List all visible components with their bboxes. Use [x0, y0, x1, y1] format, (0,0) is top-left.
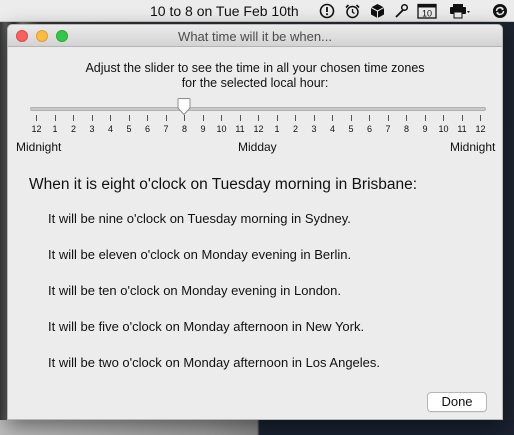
headline: When it is eight o'clock on Tuesday morn… [29, 176, 418, 193]
slider-tick [184, 115, 185, 121]
slider-tick [295, 115, 296, 121]
list-item: It will be nine o'clock on Tuesday morni… [48, 211, 351, 226]
list-item: It will be two o'clock on Monday afterno… [48, 355, 381, 370]
hour-slider-track[interactable] [30, 107, 486, 111]
wrench-icon[interactable] [393, 3, 409, 19]
list-item: It will be ten o'clock on Monday evening… [48, 283, 342, 298]
slider-tick-label: 8 [181, 124, 187, 134]
slider-tick [387, 115, 389, 121]
slider-tick-label: 4 [107, 124, 113, 134]
instructions: Adjust the slider to see the time in all… [8, 61, 502, 91]
instructions-line-2: for the selected local hour: [181, 76, 329, 90]
slider-tick-label: 1 [52, 124, 58, 134]
window-title: What time will it be when... [178, 29, 332, 44]
instructions-line-1: Adjust the slider to see the time in all… [85, 61, 425, 75]
midnight-end-label: Midnight [450, 140, 496, 154]
slider-tick [91, 115, 93, 121]
title-bar[interactable]: What time will it be when... [8, 25, 502, 47]
midday-label: Midday [238, 140, 277, 154]
calendar-icon[interactable]: 10 [417, 3, 437, 19]
midnight-start-label: Midnight [16, 140, 62, 154]
dialog-window: What time will it be when... Adjust the … [7, 24, 503, 420]
svg-text:10: 10 [422, 8, 432, 18]
slider-tick-label: 11 [235, 124, 245, 134]
slider-tick-label: 7 [385, 124, 391, 134]
slider-tick [202, 115, 204, 121]
slider-tick [313, 115, 315, 121]
slider-tick-label: 1 [274, 124, 280, 134]
slider-tick [128, 115, 130, 121]
slider-tick-label: 9 [200, 124, 206, 134]
slider-tick [332, 115, 333, 121]
slider-tick [480, 115, 481, 121]
slider-tick-label: 2 [70, 124, 76, 134]
slider-tick-label: 4 [329, 124, 335, 134]
slider-tick-label: 3 [311, 124, 317, 134]
slider-tick [73, 115, 74, 121]
slider-tick [147, 115, 148, 121]
slider-tick [369, 115, 370, 121]
alarm-clock-icon[interactable] [344, 3, 361, 19]
slider-tick [443, 115, 444, 121]
slider-tick [36, 115, 37, 121]
slider-tick-label: 11 [457, 124, 467, 134]
menu-bar: 10 to 8 on Tue Feb 10th 10 [0, 0, 514, 22]
slider-tick [239, 115, 241, 121]
slider-tick [221, 115, 222, 121]
slider-tick [461, 115, 463, 121]
slider-tick [110, 115, 111, 121]
desktop-background-bottom [0, 420, 514, 435]
slider-tick-label: 6 [144, 124, 150, 134]
slider-tick-label: 9 [422, 124, 428, 134]
slider-tick-label: 8 [403, 124, 409, 134]
slider-tick-label: 2 [292, 124, 298, 134]
slider-tick-label: 10 [216, 124, 227, 134]
slider-tick-label: 10 [438, 124, 449, 134]
menu-clock[interactable]: 10 to 8 on Tue Feb 10th [150, 3, 299, 19]
slider-tick [165, 115, 167, 121]
printer-icon[interactable] [449, 3, 471, 19]
slider-tick-label: 5 [348, 124, 354, 134]
results-list: It will be nine o'clock on Tuesday morni… [48, 210, 380, 390]
slider-tick-label: 6 [366, 124, 372, 134]
slider-tick-label: 12 [31, 124, 42, 134]
done-button[interactable]: Done [427, 392, 487, 412]
info-icon[interactable] [319, 3, 335, 19]
hour-slider-thumb[interactable] [176, 98, 192, 116]
slider-tick [54, 115, 56, 121]
slider-tick [276, 115, 278, 121]
slider-tick-label: 7 [163, 124, 169, 134]
slider-tick-label: 3 [89, 124, 95, 134]
slider-tick [406, 115, 407, 121]
slider-tick [424, 115, 426, 121]
slider-tick [258, 115, 259, 121]
list-item: It will be eleven o'clock on Monday even… [48, 247, 352, 262]
list-item: It will be five o'clock on Monday aftern… [48, 319, 365, 334]
slider-tick [350, 115, 352, 121]
sync-icon[interactable] [491, 3, 509, 19]
slider-tick-label: 5 [126, 124, 132, 134]
cube-icon[interactable] [370, 3, 385, 19]
slider-tick-label: 12 [253, 124, 264, 134]
slider-tick-label: 12 [475, 124, 486, 134]
